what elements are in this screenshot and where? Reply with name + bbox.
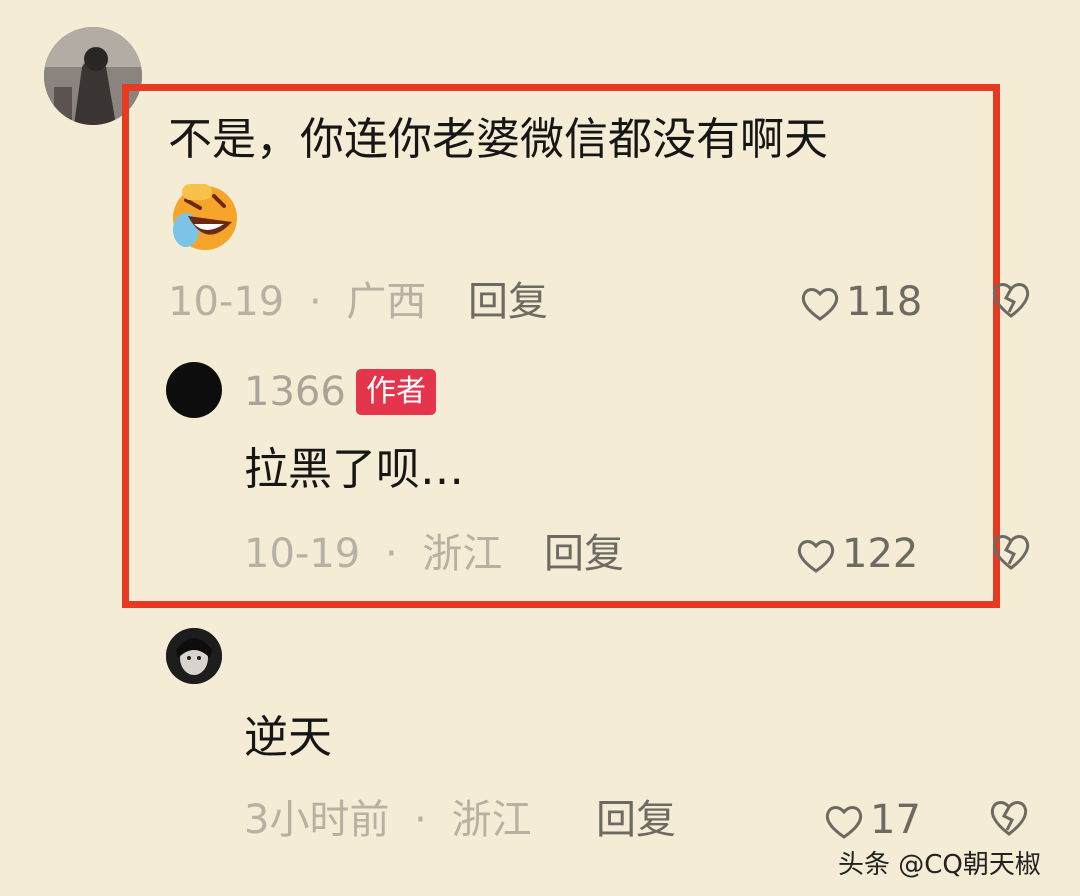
- comment-location: 浙江: [422, 531, 503, 577]
- comment-location: 浙江: [451, 797, 532, 843]
- comment-date: 10-19: [244, 531, 361, 577]
- comment-location: 广西: [346, 279, 427, 325]
- dislike-button[interactable]: [988, 798, 1030, 838]
- author-badge: 作者: [356, 369, 436, 415]
- comment-text: 拉黑了呗…: [244, 444, 464, 495]
- heart-icon: [824, 804, 864, 840]
- laughing-tears-emoji-icon: [166, 180, 244, 252]
- reply-button[interactable]: 回复: [468, 282, 548, 322]
- comment-date: 10-19: [168, 279, 285, 325]
- dislike-button[interactable]: [990, 280, 1032, 320]
- heart-icon: [796, 538, 836, 574]
- reply-button[interactable]: 回复: [544, 534, 624, 574]
- comment-meta: 10-19 · 广西: [168, 282, 426, 322]
- meta-separator: ·: [384, 531, 398, 577]
- avatar-photo: [166, 628, 222, 684]
- like-button[interactable]: 118: [800, 282, 922, 322]
- commenter-avatar[interactable]: [166, 628, 222, 684]
- dislike-button[interactable]: [990, 532, 1032, 572]
- like-count: 17: [870, 797, 921, 843]
- meta-separator: ·: [308, 279, 322, 325]
- like-button[interactable]: 122: [796, 534, 918, 574]
- broken-heart-icon: [992, 535, 1030, 570]
- like-count: 122: [842, 531, 919, 577]
- comment-meta: 3小时前 · 浙江: [244, 800, 532, 840]
- broken-heart-icon: [992, 283, 1030, 318]
- comment-meta: 10-19 · 浙江: [244, 534, 502, 574]
- comment-date: 3小时前: [244, 797, 390, 843]
- like-count: 118: [846, 279, 923, 325]
- watermark: 头条 @CQ朝天椒: [838, 850, 1041, 880]
- comment-text: 逆天: [244, 712, 332, 763]
- heart-icon: [800, 286, 840, 322]
- broken-heart-icon: [990, 801, 1028, 836]
- meta-separator: ·: [414, 797, 427, 843]
- author-avatar[interactable]: [166, 362, 222, 418]
- reply-button[interactable]: 回复: [596, 800, 676, 840]
- comment-text: 不是，你连你老婆微信都没有啊天: [168, 114, 828, 165]
- like-button[interactable]: 17: [824, 800, 921, 840]
- reply-username[interactable]: 1366: [244, 372, 346, 412]
